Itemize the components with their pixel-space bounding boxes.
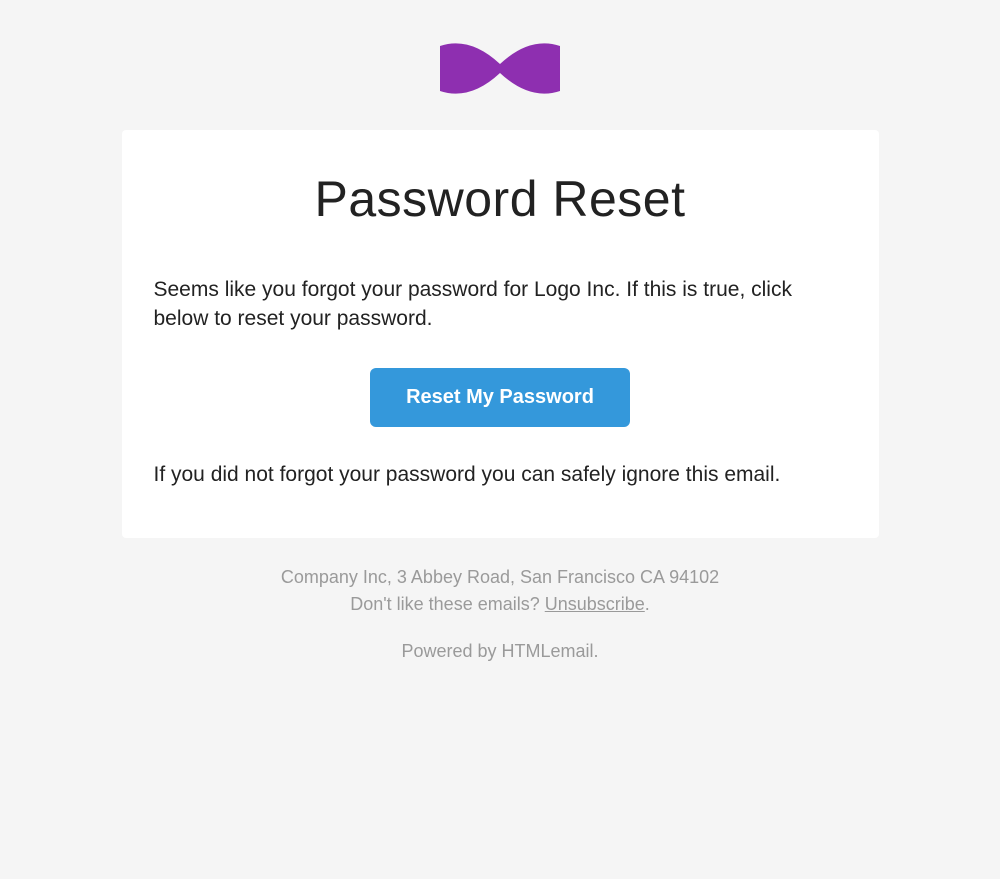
footer-opt-out: Don't like these emails? Unsubscribe. xyxy=(122,591,879,618)
footer-powered-by: Powered by HTMLemail. xyxy=(122,638,879,665)
footer-address: Company Inc, 3 Abbey Road, San Francisco… xyxy=(122,564,879,591)
ignore-paragraph: If you did not forgot your password you … xyxy=(154,461,847,490)
email-card: Password Reset Seems like you forgot you… xyxy=(122,130,879,538)
opt-out-prefix: Don't like these emails? xyxy=(350,594,545,614)
page-title: Password Reset xyxy=(154,170,847,228)
intro-paragraph: Seems like you forgot your password for … xyxy=(154,276,847,334)
unsubscribe-link[interactable]: Unsubscribe xyxy=(545,594,645,614)
logo-wrap xyxy=(0,40,1000,102)
email-footer: Company Inc, 3 Abbey Road, San Francisco… xyxy=(122,564,879,665)
bowtie-logo-icon xyxy=(440,40,560,102)
reset-password-button[interactable]: Reset My Password xyxy=(370,368,630,427)
opt-out-suffix: . xyxy=(645,594,650,614)
button-row: Reset My Password xyxy=(154,368,847,427)
